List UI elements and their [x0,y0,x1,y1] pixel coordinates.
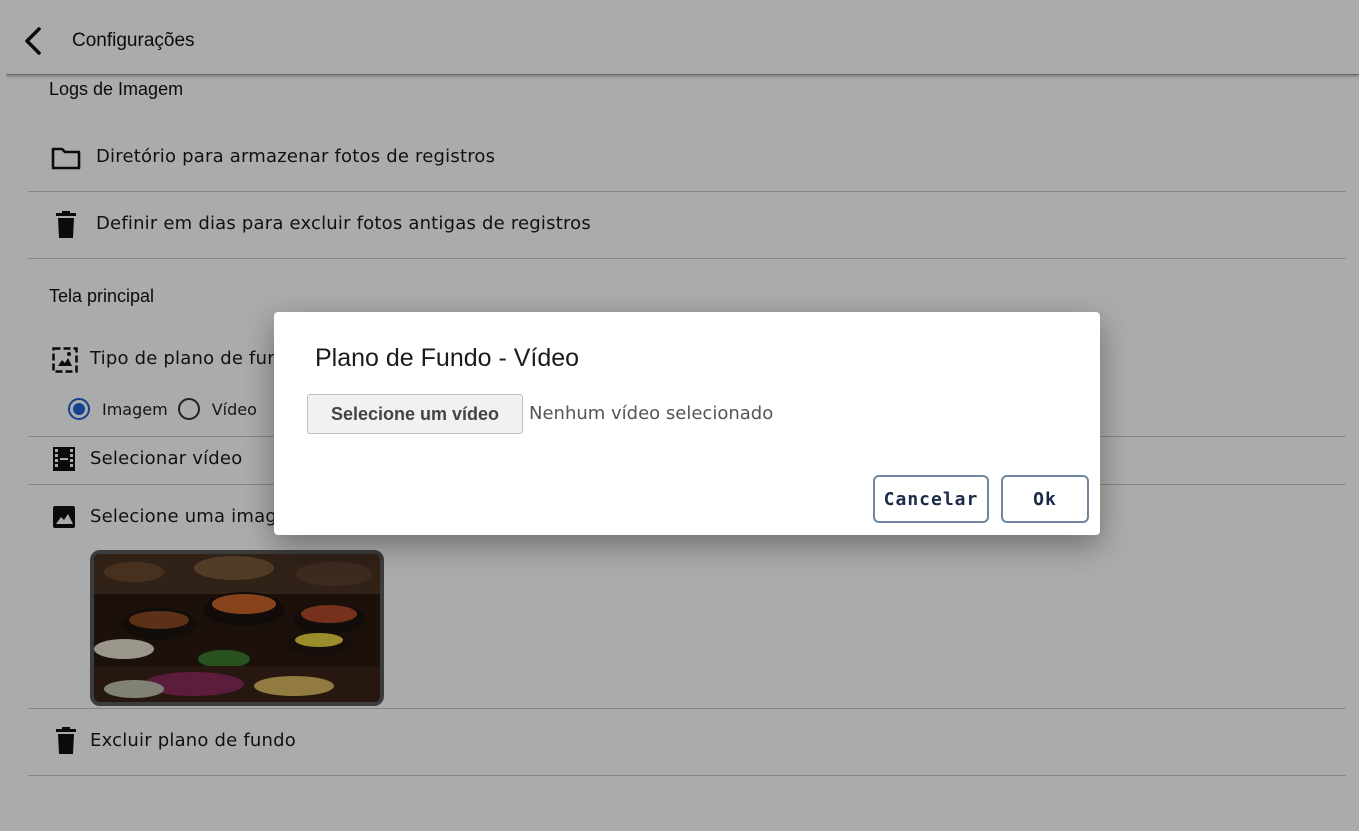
video-background-dialog: Plano de Fundo - Vídeo Selecione um víde… [274,312,1100,535]
select-video-file-button[interactable]: Selecione um vídeo [307,394,523,434]
cancel-button[interactable]: Cancelar [873,475,989,523]
ok-button[interactable]: Ok [1001,475,1089,523]
dialog-title: Plano de Fundo - Vídeo [315,344,580,372]
file-status-text: Nenhum vídeo selecionado [529,403,774,424]
